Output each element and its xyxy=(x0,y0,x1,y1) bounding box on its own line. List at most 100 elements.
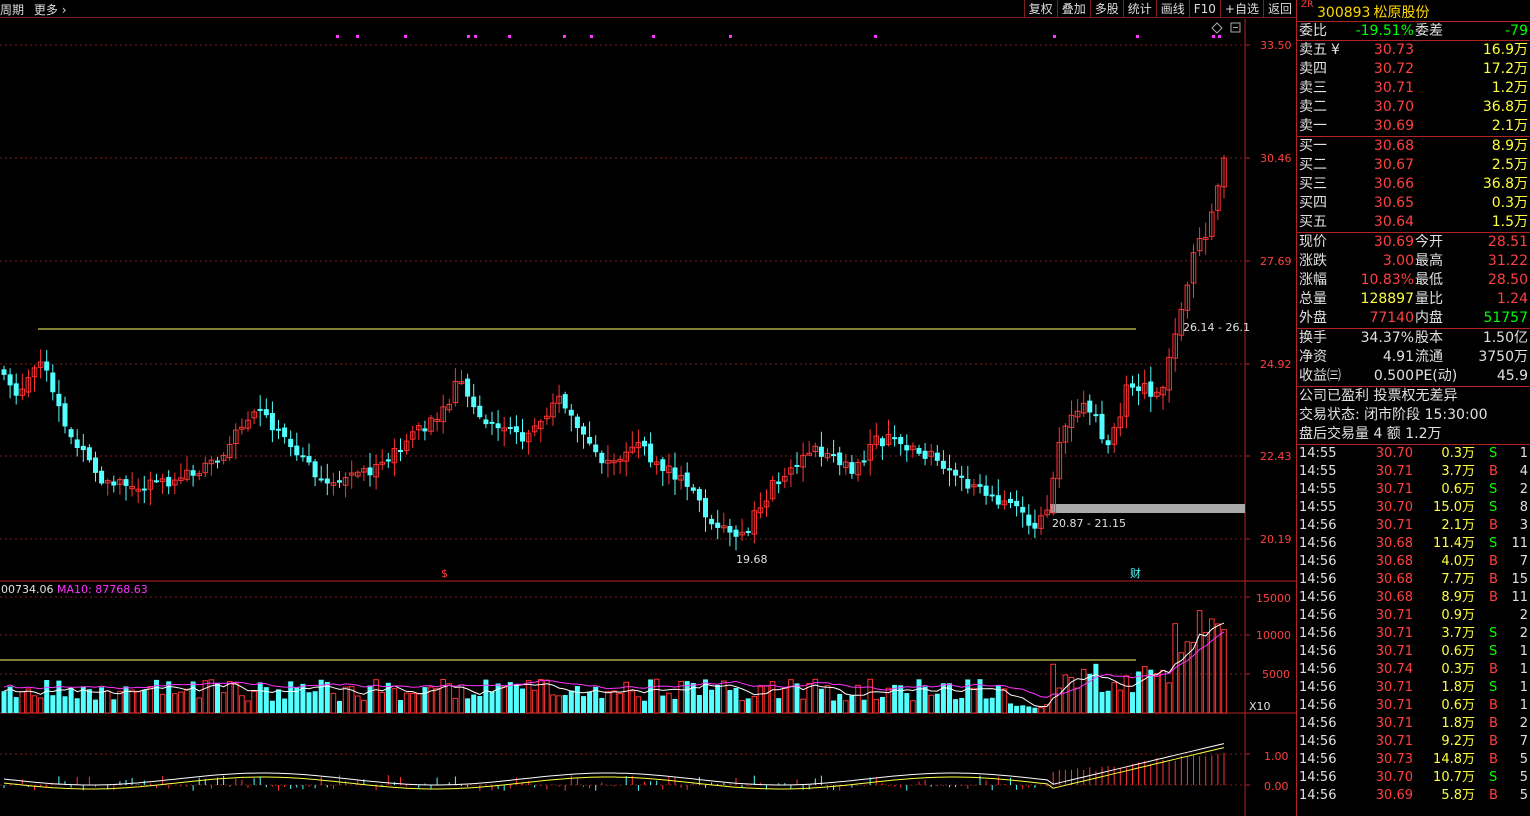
candle-body[interactable] xyxy=(7,374,13,386)
tick-row[interactable]: 14:56 30.68 7.7万 B 15 xyxy=(1297,571,1530,589)
candle-body[interactable] xyxy=(1008,498,1013,503)
candle-body[interactable] xyxy=(684,472,690,487)
candle-body[interactable] xyxy=(1026,514,1032,526)
candle-body[interactable] xyxy=(269,413,275,431)
candle-body[interactable] xyxy=(1014,500,1020,507)
candle-body[interactable] xyxy=(574,416,580,429)
candle-body[interactable] xyxy=(696,489,702,501)
candle-body[interactable] xyxy=(520,432,525,442)
tick-row[interactable]: 14:56 30.71 9.2万 B 7 xyxy=(1297,733,1530,751)
support-band[interactable] xyxy=(1050,504,1245,513)
candle-body[interactable] xyxy=(111,481,117,486)
candle-body[interactable] xyxy=(831,454,837,457)
candle-body[interactable] xyxy=(337,480,342,483)
candle-body[interactable] xyxy=(1105,440,1111,446)
candle-body[interactable] xyxy=(818,446,824,457)
candle-body[interactable] xyxy=(318,478,324,481)
candle-body[interactable] xyxy=(1032,522,1038,529)
candle-body[interactable] xyxy=(1,369,7,375)
candle-body[interactable] xyxy=(495,423,501,429)
candle-body[interactable] xyxy=(398,450,403,453)
book-row[interactable]: 买一 30.68 8.9万 xyxy=(1297,137,1530,156)
candle-body[interactable] xyxy=(1148,381,1154,397)
restore-rights-button[interactable]: 复权 xyxy=(1023,0,1057,18)
book-row[interactable]: 买三 30.66 36.8万 xyxy=(1297,175,1530,194)
candle-body[interactable] xyxy=(44,361,50,371)
candle-body[interactable] xyxy=(99,470,105,484)
book-row[interactable]: 卖三 30.71 1.2万 xyxy=(1297,79,1530,98)
kline-chart[interactable]: 33.50 30.46 27.69 24.92 22.43 20.19 26.1… xyxy=(0,19,1296,816)
candle-body[interactable] xyxy=(1099,413,1105,440)
candle-body[interactable] xyxy=(215,460,220,463)
candle-body[interactable] xyxy=(282,427,288,437)
candlestick-area[interactable] xyxy=(1,35,1246,551)
book-row[interactable]: 卖二 30.70 36.8万 xyxy=(1297,98,1530,117)
candle-body[interactable] xyxy=(300,455,306,458)
candle-body[interactable] xyxy=(62,403,68,427)
stock-title[interactable]: 300893 松原股份 xyxy=(1317,2,1429,22)
candle-body[interactable] xyxy=(965,479,971,489)
volume-area[interactable] xyxy=(0,610,1227,714)
candle-body[interactable] xyxy=(422,428,428,432)
f10-button[interactable]: F10 xyxy=(1188,0,1220,18)
candle-body[interactable] xyxy=(709,518,715,525)
close-icon[interactable] xyxy=(1230,22,1241,33)
candle-body[interactable] xyxy=(745,531,751,534)
candle-body[interactable] xyxy=(977,484,983,487)
tick-row[interactable]: 14:56 30.70 10.7万 S 5 xyxy=(1297,769,1530,787)
overlay-button[interactable]: 叠加 xyxy=(1056,0,1090,18)
tick-row[interactable]: 14:56 30.73 14.8万 B 5 xyxy=(1297,751,1530,769)
candle-body[interactable] xyxy=(141,488,147,491)
tick-row[interactable]: 14:56 30.68 11.4万 S 11 xyxy=(1297,535,1530,553)
candle-body[interactable] xyxy=(74,439,80,448)
candle-body[interactable] xyxy=(465,378,471,397)
period-button[interactable]: 周期 xyxy=(0,3,24,17)
candle-body[interactable] xyxy=(483,419,489,425)
candle-body[interactable] xyxy=(263,409,269,416)
book-row[interactable]: 卖四 30.72 17.2万 xyxy=(1297,60,1530,79)
candle-body[interactable] xyxy=(68,429,74,438)
candle-body[interactable] xyxy=(837,452,843,466)
candle-body[interactable] xyxy=(257,408,263,411)
candle-body[interactable] xyxy=(983,485,989,496)
tick-row[interactable]: 14:56 30.68 4.0万 B 7 xyxy=(1297,553,1530,571)
tick-row[interactable]: 14:56 30.71 2.1万 B 3 xyxy=(1297,517,1530,535)
more-button[interactable]: 更多 › xyxy=(34,3,67,17)
book-row[interactable]: 买五 30.64 1.5万 xyxy=(1297,213,1530,232)
tick-row[interactable]: 14:56 30.71 3.7万 S 2 xyxy=(1297,625,1530,643)
candle-body[interactable] xyxy=(593,444,599,453)
candle-body[interactable] xyxy=(1093,414,1099,417)
tick-row[interactable]: 14:56 30.71 1.8万 B 2 xyxy=(1297,715,1530,733)
candle-body[interactable] xyxy=(190,470,196,476)
candle-body[interactable] xyxy=(562,394,568,409)
tick-row[interactable]: 14:56 30.74 0.3万 B 1 xyxy=(1297,661,1530,679)
candle-body[interactable] xyxy=(898,437,904,445)
candle-body[interactable] xyxy=(861,460,867,463)
candle-body[interactable] xyxy=(56,393,62,407)
book-row[interactable]: 卖一 30.69 2.1万 xyxy=(1297,117,1530,136)
candle-body[interactable] xyxy=(587,436,593,444)
candle-body[interactable] xyxy=(13,383,19,396)
multi-stock-button[interactable]: 多股 xyxy=(1089,0,1123,18)
candle-body[interactable] xyxy=(294,445,300,456)
draw-line-button[interactable]: 画线 xyxy=(1155,0,1189,18)
candle-body[interactable] xyxy=(477,405,483,418)
finance-marker[interactable]: 财 xyxy=(1130,566,1141,580)
candle-body[interactable] xyxy=(1087,400,1093,413)
candle-body[interactable] xyxy=(80,445,86,451)
back-button[interactable]: 返回 xyxy=(1262,0,1296,18)
candle-body[interactable] xyxy=(581,426,586,435)
tick-row[interactable]: 14:56 30.71 1.8万 S 1 xyxy=(1297,679,1530,697)
candle-body[interactable] xyxy=(507,427,513,430)
candle-body[interactable] xyxy=(727,526,733,533)
candle-body[interactable] xyxy=(123,479,129,486)
tick-row[interactable]: 14:55 30.71 3.7万 B 4 xyxy=(1297,463,1530,481)
tick-list[interactable]: 14:55 30.70 0.3万 S 1 14:55 30.71 3.7万 B 4 14:55 30.… xyxy=(1297,445,1530,805)
tick-row[interactable]: 14:56 30.71 0.6万 B 1 xyxy=(1297,697,1530,715)
candle-body[interactable] xyxy=(367,467,373,476)
candle-body[interactable] xyxy=(642,440,647,447)
candle-body[interactable] xyxy=(568,409,574,416)
diamond-icon[interactable] xyxy=(1211,22,1223,34)
candle-body[interactable] xyxy=(513,426,519,433)
candle-body[interactable] xyxy=(50,372,56,393)
